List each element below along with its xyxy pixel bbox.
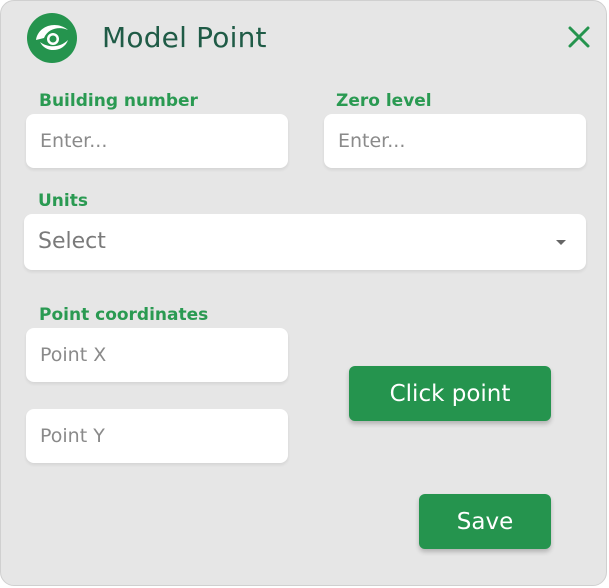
point-x-input[interactable] bbox=[26, 328, 288, 382]
zero-level-label: Zero level bbox=[336, 91, 432, 111]
units-selected-value: Select bbox=[38, 229, 106, 254]
zero-level-input[interactable] bbox=[324, 114, 586, 168]
building-number-field[interactable] bbox=[26, 114, 288, 168]
building-number-input[interactable] bbox=[26, 114, 288, 168]
chevron-down-icon bbox=[556, 240, 566, 245]
app-logo-icon bbox=[27, 13, 77, 63]
close-icon[interactable] bbox=[565, 23, 593, 51]
point-y-input[interactable] bbox=[26, 409, 288, 463]
dialog-title: Model Point bbox=[102, 21, 267, 54]
point-y-field[interactable] bbox=[26, 409, 288, 463]
units-label: Units bbox=[38, 191, 88, 211]
point-x-field[interactable] bbox=[26, 328, 288, 382]
units-select[interactable]: Select bbox=[24, 214, 586, 270]
building-number-label: Building number bbox=[39, 91, 198, 111]
click-point-button[interactable]: Click point bbox=[349, 366, 551, 421]
point-coordinates-label: Point coordinates bbox=[39, 305, 209, 325]
save-button[interactable]: Save bbox=[419, 494, 551, 549]
zero-level-field[interactable] bbox=[324, 114, 586, 168]
model-point-dialog: Model Point Building number Zero level U… bbox=[0, 0, 607, 586]
